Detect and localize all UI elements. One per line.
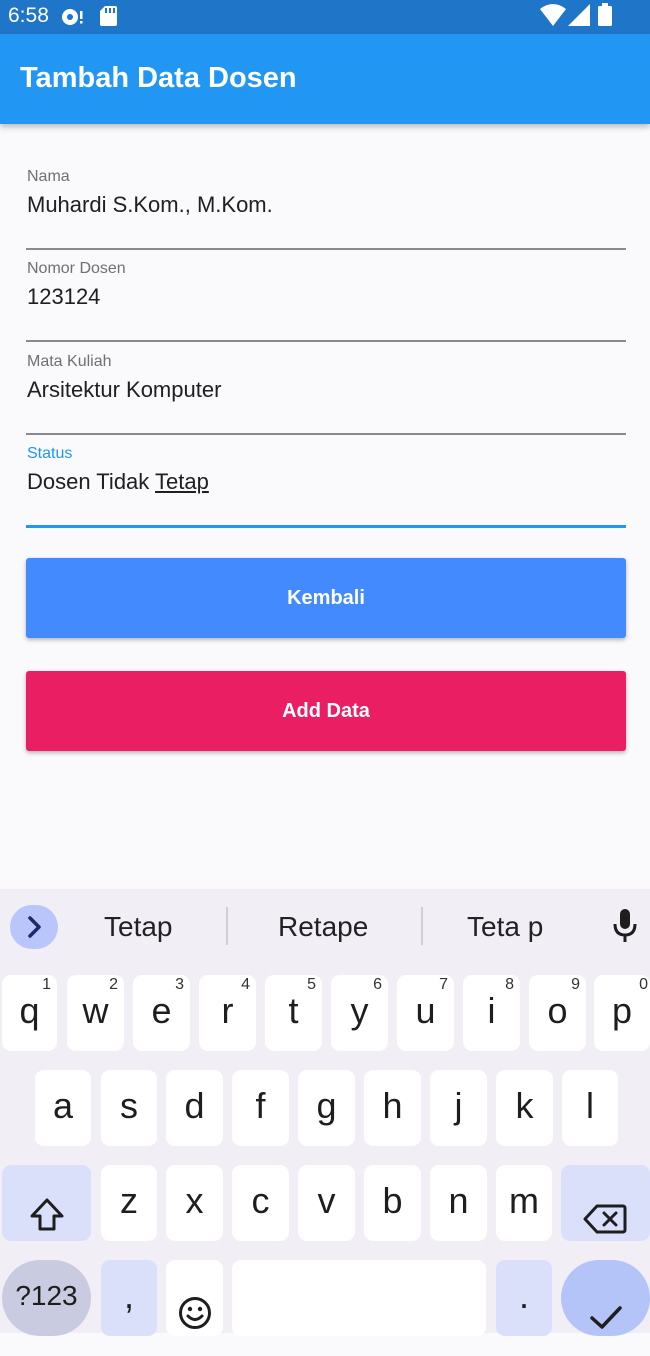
status-field[interactable]: Status Dosen Tidak Tetap bbox=[26, 445, 626, 528]
key-label: p bbox=[611, 990, 633, 1031]
key-number: 6 bbox=[373, 976, 382, 993]
key-z[interactable]: z bbox=[101, 1165, 157, 1241]
microphone-icon[interactable] bbox=[612, 909, 638, 950]
key-label: i bbox=[487, 990, 496, 1031]
shift-icon bbox=[28, 1185, 66, 1257]
period-key[interactable]: . bbox=[496, 1260, 552, 1336]
checkmark-icon bbox=[589, 1284, 623, 1356]
nomor-dosen-field[interactable]: Nomor Dosen 123124 bbox=[26, 260, 626, 342]
suggestion-2[interactable]: Retape bbox=[278, 911, 368, 943]
nama-field[interactable]: Nama Muhardi S.Kom., M.Kom. bbox=[26, 168, 626, 250]
key-c[interactable]: c bbox=[232, 1165, 289, 1241]
key-number: 1 bbox=[42, 976, 51, 993]
app-bar: Tambah Data Dosen bbox=[0, 34, 650, 124]
status-value: Dosen Tidak Tetap bbox=[27, 469, 209, 495]
notification-icon bbox=[61, 8, 85, 31]
key-o[interactable]: o9 bbox=[529, 975, 586, 1051]
key-label: r bbox=[221, 990, 234, 1031]
key-f[interactable]: f bbox=[232, 1070, 289, 1146]
mata-kuliah-value: Arsitektur Komputer bbox=[27, 377, 222, 402]
suggestion-strip: Tetap Retape Teta p bbox=[0, 889, 650, 965]
symbols-key[interactable]: ?123 bbox=[2, 1260, 91, 1336]
key-label: y bbox=[350, 990, 369, 1031]
signal-icon bbox=[568, 4, 590, 31]
key-number: 5 bbox=[307, 976, 316, 993]
key-y[interactable]: y6 bbox=[331, 975, 388, 1051]
keyboard: Tetap Retape Teta p q1 w2 e3 r4 t5 y6 u7… bbox=[0, 889, 650, 1336]
sd-card-icon bbox=[100, 6, 117, 31]
space-bar[interactable] bbox=[232, 1260, 486, 1336]
backspace-icon bbox=[583, 1187, 627, 1259]
key-label: e bbox=[151, 990, 172, 1031]
key-g[interactable]: g bbox=[298, 1070, 355, 1146]
key-l[interactable]: l bbox=[562, 1070, 618, 1146]
key-a[interactable]: a bbox=[35, 1070, 91, 1146]
key-q[interactable]: q1 bbox=[2, 975, 57, 1051]
key-v[interactable]: v bbox=[298, 1165, 355, 1241]
key-j[interactable]: j bbox=[430, 1070, 487, 1146]
chevron-right-icon[interactable] bbox=[10, 905, 58, 949]
key-s[interactable]: s bbox=[101, 1070, 157, 1146]
key-r[interactable]: r4 bbox=[199, 975, 256, 1051]
key-b[interactable]: b bbox=[364, 1165, 421, 1241]
key-label: q bbox=[19, 990, 40, 1031]
wifi-icon bbox=[540, 4, 566, 31]
mata-kuliah-field[interactable]: Mata Kuliah Arsitektur Komputer bbox=[26, 353, 626, 435]
key-w[interactable]: w2 bbox=[67, 975, 124, 1051]
key-number: 9 bbox=[571, 976, 580, 993]
key-k[interactable]: k bbox=[496, 1070, 553, 1146]
nama-label: Nama bbox=[27, 168, 70, 185]
key-number: 4 bbox=[241, 976, 250, 993]
suggestion-divider bbox=[421, 907, 423, 945]
nama-value: Muhardi S.Kom., M.Kom. bbox=[27, 192, 273, 217]
key-number: 2 bbox=[109, 976, 118, 993]
key-label: o bbox=[547, 990, 568, 1031]
backspace-key[interactable] bbox=[561, 1165, 650, 1241]
done-key[interactable] bbox=[561, 1260, 650, 1336]
status-time: 6:58 bbox=[8, 4, 49, 27]
key-label: t bbox=[288, 990, 299, 1031]
page-title: Tambah Data Dosen bbox=[20, 62, 297, 94]
key-number: 3 bbox=[175, 976, 184, 993]
key-d[interactable]: d bbox=[166, 1070, 223, 1146]
key-number: 8 bbox=[505, 976, 514, 993]
key-label: w bbox=[82, 990, 109, 1031]
kembali-button[interactable]: Kembali bbox=[26, 558, 626, 638]
status-bar: 6:58 bbox=[0, 0, 650, 34]
suggestion-1[interactable]: Tetap bbox=[104, 911, 173, 943]
suggestion-3[interactable]: Teta p bbox=[467, 911, 543, 943]
key-t[interactable]: t5 bbox=[265, 975, 322, 1051]
status-label: Status bbox=[27, 445, 73, 462]
key-n[interactable]: n bbox=[430, 1165, 487, 1241]
mata-kuliah-label: Mata Kuliah bbox=[27, 353, 112, 370]
nomor-dosen-label: Nomor Dosen bbox=[27, 260, 126, 277]
comma-key[interactable]: , bbox=[101, 1260, 157, 1336]
shift-key[interactable] bbox=[2, 1165, 91, 1241]
key-u[interactable]: u7 bbox=[397, 975, 454, 1051]
key-e[interactable]: e3 bbox=[133, 975, 190, 1051]
status-composing-text: Tetap bbox=[155, 469, 209, 494]
key-x[interactable]: x bbox=[166, 1165, 223, 1241]
key-number: 0 bbox=[639, 976, 648, 993]
key-h[interactable]: h bbox=[364, 1070, 421, 1146]
emoji-key[interactable] bbox=[166, 1260, 223, 1336]
suggestion-divider bbox=[226, 907, 228, 945]
emoji-icon bbox=[178, 1282, 212, 1354]
key-p[interactable]: p0 bbox=[594, 975, 650, 1051]
key-label: u bbox=[415, 990, 436, 1031]
nomor-dosen-value: 123124 bbox=[27, 284, 101, 309]
key-m[interactable]: m bbox=[496, 1165, 552, 1241]
key-number: 7 bbox=[439, 976, 448, 993]
add-data-button[interactable]: Add Data bbox=[26, 671, 626, 751]
status-value-text: Dosen Tidak bbox=[27, 469, 156, 494]
battery-icon bbox=[598, 3, 612, 31]
key-i[interactable]: i8 bbox=[463, 975, 520, 1051]
